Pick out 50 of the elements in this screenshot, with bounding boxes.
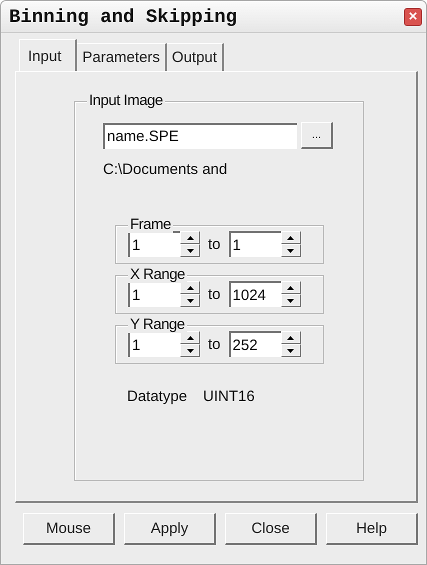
up-arrow-icon [186,236,194,240]
dialog-button[interactable]: Apply [124,513,216,545]
number-field[interactable]: 1 [128,331,180,357]
spin-down-button[interactable] [280,344,301,357]
number-field[interactable]: 252 [228,331,281,357]
group-label: Y Range [128,316,187,333]
tab[interactable]: Parameters [77,43,167,71]
to-label: to [208,286,221,302]
spin-up-button[interactable] [280,281,301,294]
down-arrow-icon [287,298,294,302]
spin-up-button[interactable] [180,331,200,344]
number-field[interactable]: 1024 [228,281,281,307]
down-arrow-icon [186,348,194,352]
spin-down-button[interactable] [180,244,200,257]
down-arrow-icon [287,248,294,252]
number-field[interactable]: 1 [128,281,180,307]
spin-up-button[interactable] [280,331,301,344]
window-title: Binning and Skipping [9,6,238,28]
dialog-button[interactable]: Mouse [23,513,115,545]
file-path-text: C:\Documents and [103,161,228,178]
close-button[interactable]: × [404,8,422,26]
up-arrow-icon [287,236,294,240]
spin-down-button[interactable] [180,294,200,307]
spin-down-button[interactable] [280,294,301,307]
group-label: Input Image [87,92,165,109]
tab[interactable]: Input [19,39,78,72]
to-label: to [208,336,221,352]
down-arrow-icon [287,348,294,352]
spin-up-button[interactable] [180,281,200,294]
browse-button[interactable]: ... [301,122,333,149]
tab[interactable]: Output [166,43,224,71]
up-arrow-icon [287,336,294,340]
dialog-button[interactable]: Help [326,513,418,545]
spin-down-button[interactable] [280,244,301,257]
spin-up-button[interactable] [280,231,301,244]
up-arrow-icon [287,286,294,290]
spin-up-button[interactable] [180,231,200,244]
datatype-label: Datatype [127,388,188,405]
datatype-value: UINT16 [203,388,255,405]
down-arrow-icon [186,248,194,252]
dialog-button[interactable]: Close [225,513,317,545]
file-name-field[interactable]: name.SPE [103,122,297,148]
number-field[interactable]: 1 [128,231,180,257]
number-field[interactable]: 1 [228,231,281,257]
to-label: to [208,236,221,252]
spin-down-button[interactable] [180,344,200,357]
down-arrow-icon [186,298,194,302]
group-label: X Range [128,266,187,283]
up-arrow-icon [186,336,194,340]
up-arrow-icon [186,286,194,290]
